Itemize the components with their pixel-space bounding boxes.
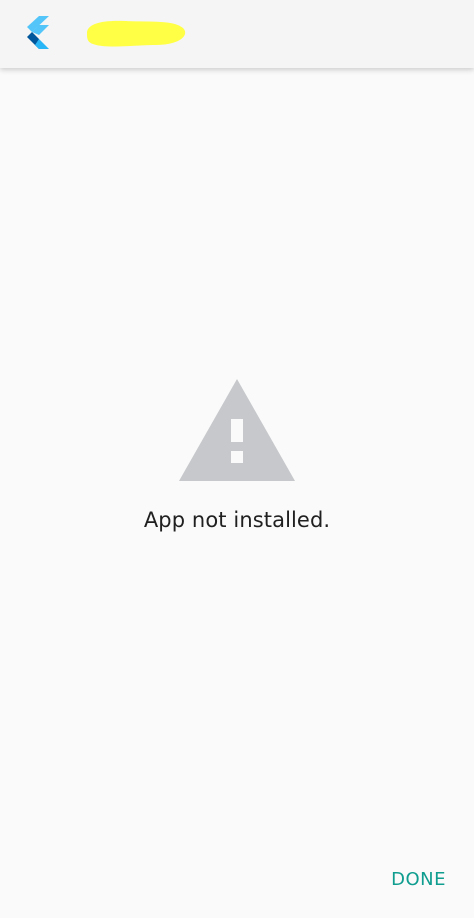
flutter-icon (27, 16, 49, 49)
title-redaction-mark (87, 20, 186, 47)
main-content: App not installed. DONE (0, 68, 474, 918)
warning-triangle-icon (179, 379, 295, 481)
done-button[interactable]: DONE (389, 865, 448, 894)
app-install-result-screen: App not installed. DONE (0, 0, 474, 918)
installation-status-message: App not installed. (143, 508, 331, 532)
app-bar (0, 0, 474, 68)
